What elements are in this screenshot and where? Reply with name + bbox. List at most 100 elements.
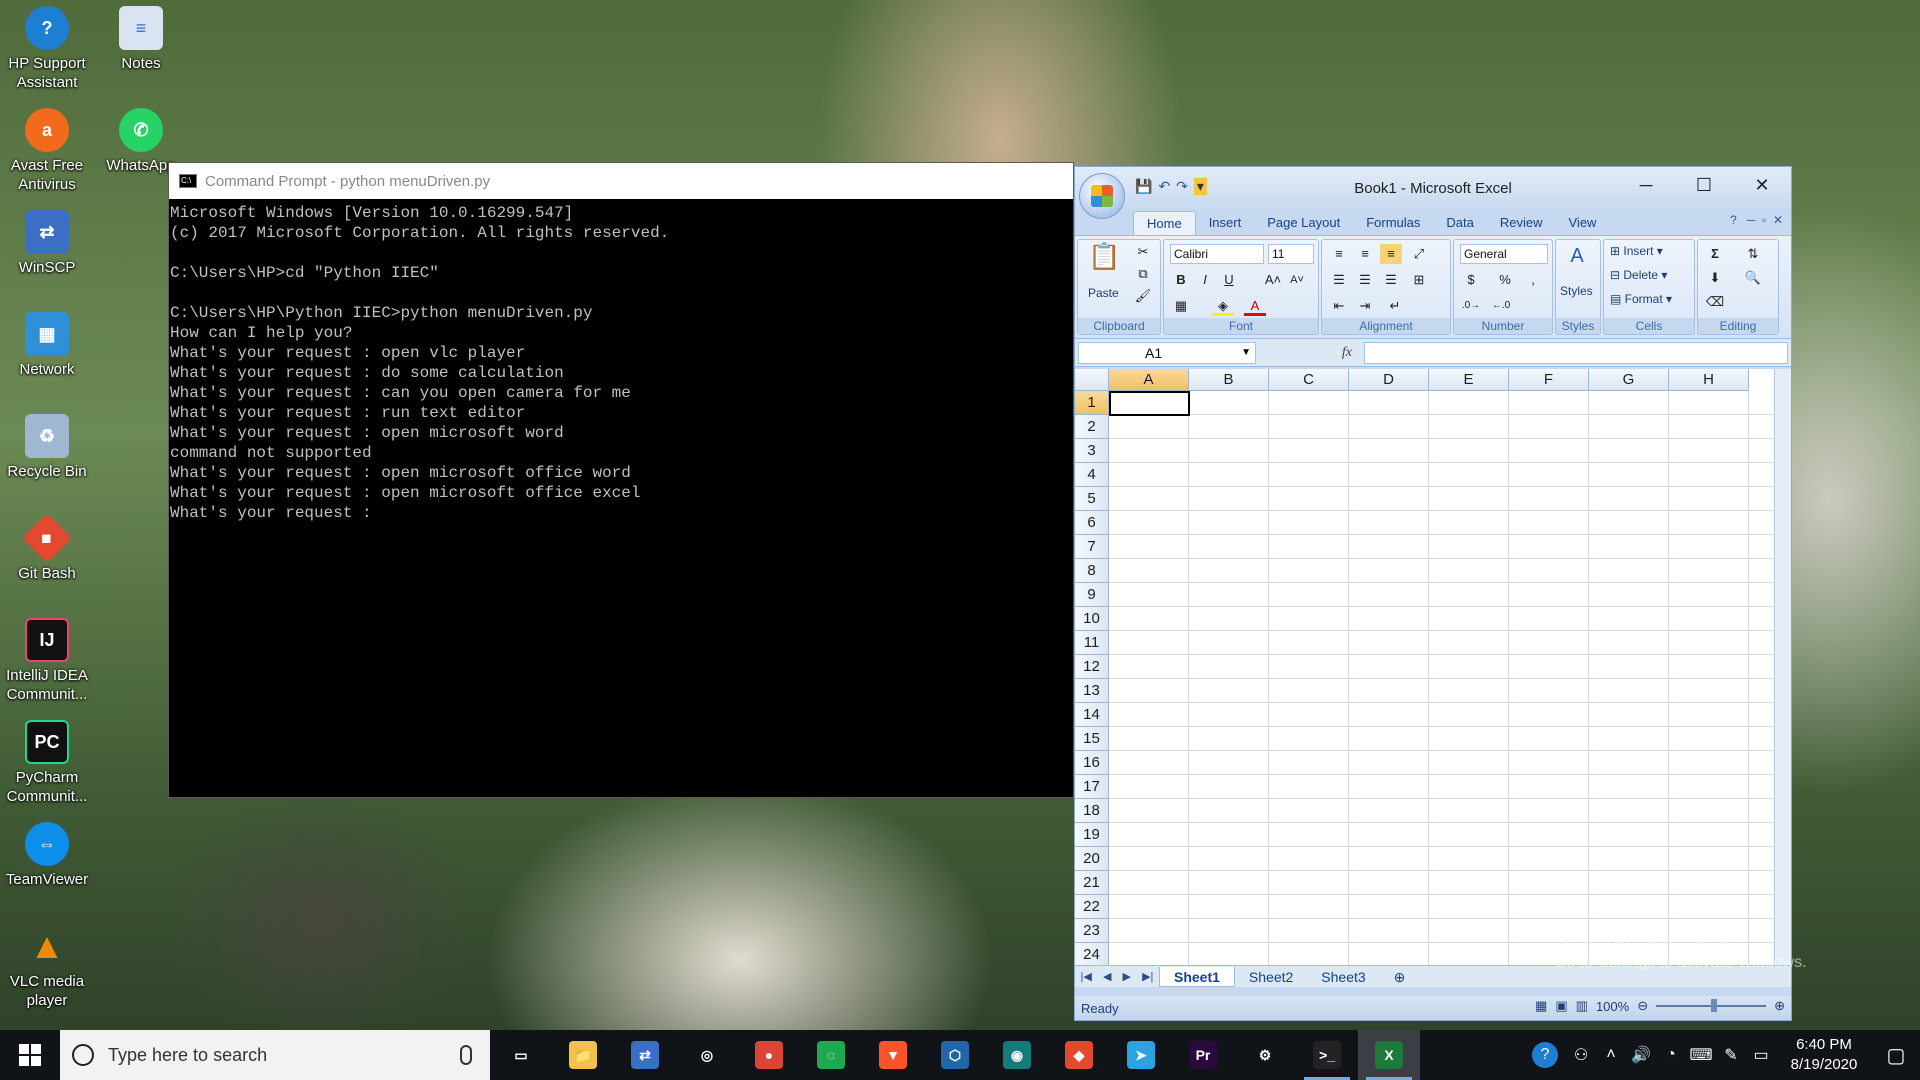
desktop-icon-pycharm[interactable]: PC PyCharm Communit... [0,720,94,806]
merge-center-icon[interactable]: ⊞ [1408,270,1430,290]
taskbar-gitkraken[interactable]: ◉ [986,1030,1048,1080]
page-break-view-icon[interactable]: ▥ [1576,998,1588,1014]
font-color-icon[interactable]: A [1244,296,1266,316]
name-box-dropdown-icon[interactable]: ▼ [1241,343,1251,363]
font-name-box[interactable]: Calibri [1170,244,1264,264]
desktop-icon-network[interactable]: ▦ Network [0,312,94,379]
row-header-6[interactable]: 6 [1075,511,1109,535]
excel-title-bar[interactable]: 💾 ↶ ↷ ▾ Book1 - Microsoft Excel ─ ☐ ✕ [1075,167,1791,219]
column-header-b[interactable]: B [1189,369,1269,391]
column-header-d[interactable]: D [1349,369,1429,391]
align-top-icon[interactable]: ≡ [1328,244,1350,264]
minimize-button[interactable]: ─ [1617,167,1675,203]
row-header-18[interactable]: 18 [1075,799,1109,823]
desktop-icon-hp-support[interactable]: ? HP Support Assistant [0,6,94,92]
autosum-icon[interactable]: Σ [1704,244,1726,264]
desktop-icon-vlc[interactable]: ▲ VLC media player [0,924,94,1010]
row-header-13[interactable]: 13 [1075,679,1109,703]
row-header-1[interactable]: 1 [1075,391,1109,415]
desktop-icon-teamviewer[interactable]: ⇔ TeamViewer [0,822,94,889]
desktop-icon-notes[interactable]: ≡ Notes [94,6,188,73]
zoom-in-icon[interactable]: ⊕ [1774,998,1785,1014]
row-header-5[interactable]: 5 [1075,487,1109,511]
row-header-7[interactable]: 7 [1075,535,1109,559]
bold-icon[interactable]: B [1170,270,1192,290]
active-cell-a1[interactable] [1109,391,1190,416]
keyboard-icon[interactable]: ▭ [1746,1045,1776,1065]
taskbar-task-view[interactable]: ▭ [490,1030,552,1080]
cmd-output[interactable]: Microsoft Windows [Version 10.0.16299.54… [169,199,1073,523]
cut-icon[interactable]: ✂ [1132,242,1154,262]
tab-review[interactable]: Review [1487,211,1556,235]
sheet-tab-2[interactable]: Sheet2 [1235,967,1307,987]
copy-icon[interactable]: ⧉ [1132,264,1154,284]
insert-sheet-icon[interactable]: ⊕ [1380,967,1420,987]
grow-font-icon[interactable]: A˄ [1262,270,1284,290]
italic-icon[interactable]: I [1194,270,1216,290]
row-header-22[interactable]: 22 [1075,895,1109,919]
sort-filter-icon[interactable]: ⇅ [1742,244,1764,264]
desktop-icon-avast[interactable]: a Avast Free Antivirus [0,108,94,194]
desktop-icon-winscp[interactable]: ⇄ WinSCP [0,210,94,277]
format-cells-button[interactable]: ▤ Format ▾ [1610,292,1672,306]
wifi-icon[interactable]: ◔ [1656,1046,1686,1064]
customize-qat-icon[interactable]: ▾ [1193,178,1207,195]
pen-icon[interactable]: ✎ [1716,1045,1746,1065]
row-header-12[interactable]: 12 [1075,655,1109,679]
microphone-icon[interactable] [460,1045,472,1065]
orientation-icon[interactable]: ⤢ [1408,244,1430,264]
clock[interactable]: 6:40 PM 8/19/2020 [1776,1035,1872,1075]
show-hidden-icons[interactable]: ˄ [1596,1046,1626,1064]
name-box[interactable]: A1 ▼ [1078,341,1256,364]
tab-data[interactable]: Data [1433,211,1486,235]
row-header-14[interactable]: 14 [1075,703,1109,727]
font-size-box[interactable]: 11 [1268,244,1314,264]
zoom-level[interactable]: 100% [1596,999,1629,1014]
borders-icon[interactable]: ▦ [1170,296,1192,316]
column-header-c[interactable]: C [1269,369,1349,391]
row-header-21[interactable]: 21 [1075,871,1109,895]
row-header-24[interactable]: 24 [1075,943,1109,965]
align-right-icon[interactable]: ☰ [1380,270,1402,290]
delete-cells-button[interactable]: ⊟ Delete ▾ [1610,268,1667,282]
align-center-icon[interactable]: ☰ [1354,270,1376,290]
column-header-h[interactable]: H [1669,369,1749,391]
desktop-icon-git-bash[interactable]: ◆ Git Bash [0,513,94,583]
column-header-g[interactable]: G [1589,369,1669,391]
tab-insert[interactable]: Insert [1196,211,1255,235]
taskbar-settings[interactable]: ⚙ [1234,1030,1296,1080]
row-header-4[interactable]: 4 [1075,463,1109,487]
fill-icon[interactable]: ⬇ [1704,268,1726,288]
row-header-19[interactable]: 19 [1075,823,1109,847]
paste-button[interactable]: Paste [1088,286,1119,300]
currency-icon[interactable]: $ [1460,270,1482,290]
excel-window[interactable]: 💾 ↶ ↷ ▾ Book1 - Microsoft Excel ─ ☐ ✕ Ho… [1074,166,1792,1021]
taskbar-telegram[interactable]: ➤ [1110,1030,1172,1080]
row-header-10[interactable]: 10 [1075,607,1109,631]
desktop-icon-recycle-bin[interactable]: ♻ Recycle Bin [0,414,94,481]
tab-formulas[interactable]: Formulas [1353,211,1433,235]
clear-icon[interactable]: ⌫ [1704,292,1726,312]
taskbar-file-explorer[interactable]: 📁 [552,1030,614,1080]
shrink-font-icon[interactable]: A˅ [1286,270,1308,290]
row-header-11[interactable]: 11 [1075,631,1109,655]
sheet-navigation[interactable]: |◀ ◀ ▶ ▶| [1075,970,1159,983]
sheet-tab-1[interactable]: Sheet1 [1159,966,1235,987]
desktop-icon-intellij[interactable]: IJ IntelliJ IDEA Communit... [0,618,94,704]
underline-icon[interactable]: U [1218,270,1240,290]
insert-cells-button[interactable]: ⊞ Insert ▾ [1610,244,1663,258]
page-layout-view-icon[interactable]: ▣ [1555,998,1567,1014]
find-select-icon[interactable]: 🔍 [1742,268,1764,288]
normal-view-icon[interactable]: ▦ [1535,998,1547,1014]
command-prompt-window[interactable]: C:\ Command Prompt - python menuDriven.p… [168,162,1074,798]
decrease-indent-icon[interactable]: ⇤ [1328,296,1350,316]
cmd-title-bar[interactable]: C:\ Command Prompt - python menuDriven.p… [169,163,1073,199]
taskbar-virtualbox[interactable]: ⬡ [924,1030,986,1080]
fill-color-icon[interactable]: ◈ [1212,296,1234,316]
redo-icon[interactable]: ↷ [1176,178,1188,195]
row-header-9[interactable]: 9 [1075,583,1109,607]
taskbar-chrome[interactable]: ● [738,1030,800,1080]
ribbon-window-controls[interactable]: ? ─ ▫ ✕ [1730,213,1783,227]
number-format-box[interactable]: General [1460,244,1548,264]
taskbar-git[interactable]: ◆ [1048,1030,1110,1080]
